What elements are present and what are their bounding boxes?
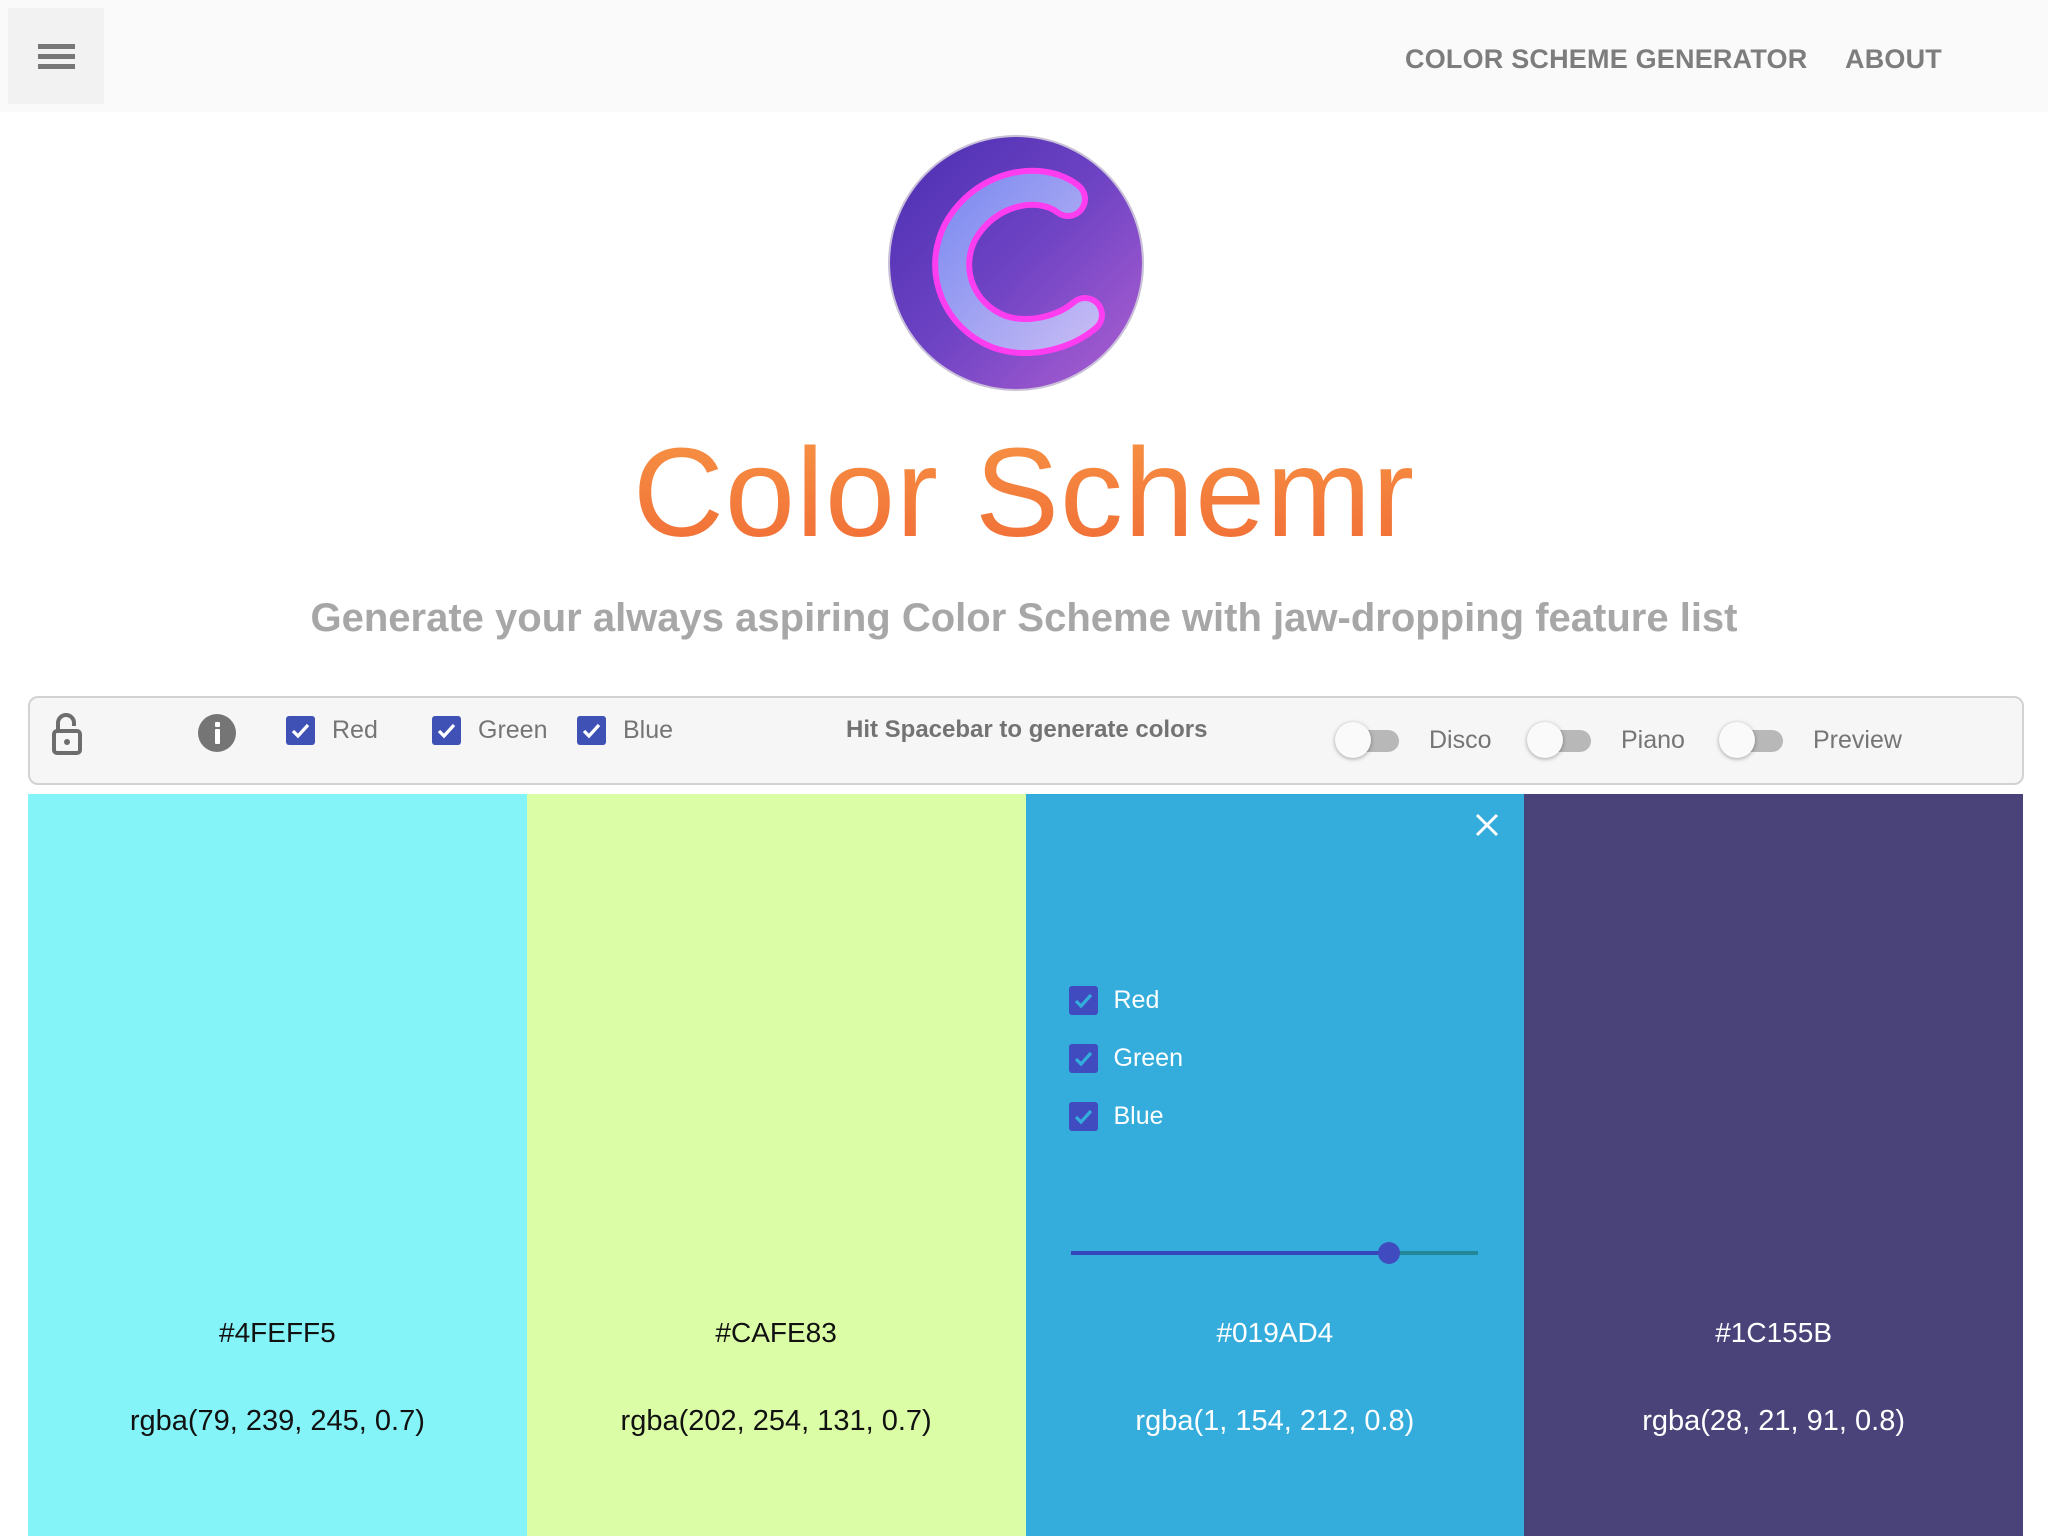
slider-track-rest [1388, 1251, 1479, 1255]
checkbox-label: Blue [1113, 1102, 1164, 1130]
toggle-label: Preview [1813, 725, 1902, 754]
checkbox-label: Blue [623, 716, 674, 744]
unlock-icon [52, 713, 82, 755]
color-swatch-editing[interactable]: Red Green Blue #019AD4 rgba(1, 154, 212,… [1025, 794, 1525, 1536]
disco-toggle[interactable]: Disco [1335, 722, 1492, 758]
checkbox-checked-icon [1068, 1044, 1098, 1073]
checkbox-checked-icon [1068, 986, 1098, 1015]
toggle-switch-off [1527, 722, 1593, 758]
info-icon[interactable] [198, 714, 236, 752]
checkbox-checked-icon [1068, 1102, 1098, 1131]
checkbox-checked-icon [286, 716, 315, 745]
page-subtitle: Generate your always aspiring Color Sche… [310, 596, 1738, 640]
piano-toggle[interactable]: Piano [1527, 722, 1685, 758]
channel-checkbox-green[interactable]: Green [432, 716, 547, 745]
swatch-rgba[interactable]: rgba(28, 21, 91, 0.8) [1524, 1405, 2023, 1438]
controls-toolbar: Red Green Blue Hit Spacebar to generate … [28, 696, 2024, 785]
swatch-channel-checkbox-blue[interactable]: Blue [1068, 1102, 1183, 1131]
toggle-label: Disco [1429, 725, 1492, 754]
menu-button[interactable] [8, 8, 104, 104]
swatch-channel-checkbox-red[interactable]: Red [1068, 986, 1183, 1015]
swatch-hex[interactable]: #019AD4 [1026, 1317, 1525, 1349]
color-swatch[interactable]: #CAFE83 rgba(202, 254, 131, 0.7) [526, 794, 1026, 1536]
checkbox-label: Red [332, 716, 378, 744]
close-icon[interactable] [1472, 810, 1502, 840]
swatch-channel-list: Red Green Blue [1068, 986, 1183, 1160]
swatch-rgba[interactable]: rgba(79, 239, 245, 0.7) [28, 1405, 527, 1438]
checkbox-label: Red [1113, 986, 1160, 1014]
opacity-slider[interactable] [1070, 1240, 1479, 1266]
app-bar: COLOR SCHEME GENERATOR ABOUT [0, 0, 2048, 112]
logo-c-icon [932, 167, 1105, 356]
toggle-switch-off [1335, 722, 1401, 758]
slider-thumb[interactable] [1377, 1242, 1400, 1264]
swatch-rgba[interactable]: rgba(1, 154, 212, 0.8) [1026, 1405, 1525, 1438]
app-logo [890, 137, 1142, 389]
checkbox-checked-icon [577, 716, 606, 745]
swatch-channel-checkbox-green[interactable]: Green [1068, 1044, 1183, 1073]
color-swatch[interactable]: #4FEFF5 rgba(79, 239, 245, 0.7) [28, 794, 527, 1536]
swatch-rgba[interactable]: rgba(202, 254, 131, 0.7) [527, 1405, 1026, 1438]
color-swatch[interactable]: #1C155B rgba(28, 21, 91, 0.8) [1524, 794, 2023, 1536]
channel-checkbox-blue[interactable]: Blue [577, 716, 673, 745]
checkbox-checked-icon [432, 716, 461, 745]
toggle-label: Piano [1621, 725, 1685, 754]
page-title: Color Schemr [0, 420, 2048, 565]
spacebar-hint: Hit Spacebar to generate colors [846, 716, 1208, 743]
checkbox-label: Green [478, 716, 548, 744]
color-swatches: #4FEFF5 rgba(79, 239, 245, 0.7) #CAFE83 … [28, 794, 2023, 1536]
slider-track-active [1070, 1251, 1389, 1255]
toggle-switch-off [1719, 722, 1785, 758]
nav-color-scheme-generator[interactable]: COLOR SCHEME GENERATOR [1405, 44, 1807, 75]
swatch-hex[interactable]: #CAFE83 [527, 1317, 1026, 1349]
lock-toggle[interactable] [50, 712, 86, 756]
channel-checkbox-red[interactable]: Red [286, 716, 378, 745]
checkbox-label: Green [1113, 1044, 1183, 1072]
swatch-hex[interactable]: #1C155B [1524, 1317, 2023, 1349]
nav-about[interactable]: ABOUT [1845, 44, 1942, 75]
swatch-hex[interactable]: #4FEFF5 [28, 1317, 527, 1349]
preview-toggle[interactable]: Preview [1719, 722, 1902, 758]
